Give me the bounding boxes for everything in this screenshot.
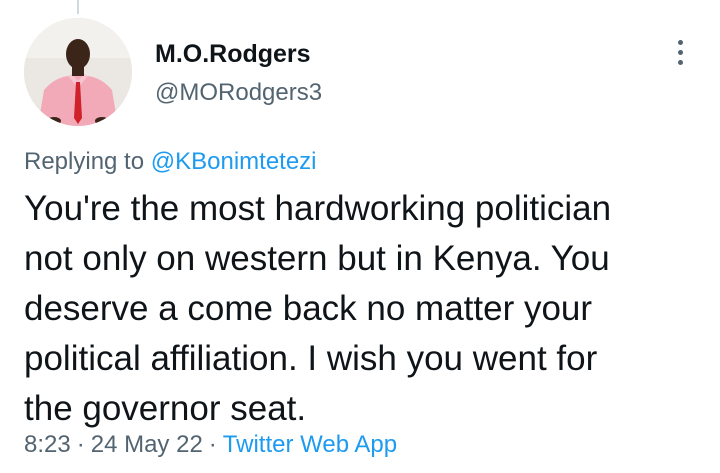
- mention-link[interactable]: @KBonimtetezi: [151, 148, 317, 175]
- tweet-date[interactable]: 24 May 22: [91, 431, 203, 458]
- avatar[interactable]: [24, 18, 132, 126]
- reply-context: Replying to @KBonimtetezi: [24, 148, 317, 176]
- profile-photo-icon: [24, 18, 132, 126]
- tweet-metadata: 8:23 · 24 May 22 · Twitter Web App: [24, 431, 397, 459]
- tweet-text-line: the governor seat.: [24, 389, 307, 428]
- tweet-text-line: not only on western but in Kenya. You: [24, 239, 610, 278]
- tweet-text-line: You're the most hardworking politician: [24, 189, 612, 228]
- tweet-text-line: deserve a come back no matter your: [24, 289, 593, 328]
- author-display-name[interactable]: M.O.Rodgers: [155, 40, 311, 69]
- more-options-button[interactable]: [668, 36, 692, 68]
- tweet-card: M.O.Rodgers @MORodgers3 Replying to @KBo…: [0, 0, 720, 473]
- tweet-source-link[interactable]: Twitter Web App: [223, 431, 397, 458]
- thread-connector-line: [77, 0, 79, 14]
- tweet-time[interactable]: 8:23: [24, 431, 71, 458]
- meta-separator: ·: [76, 431, 85, 458]
- tweet-text: You're the most hardworking politician n…: [24, 184, 696, 434]
- more-vertical-icon: [677, 39, 683, 45]
- replying-to-label: Replying to: [24, 148, 151, 175]
- tweet-text-line: political affiliation. I wish you went f…: [24, 339, 598, 378]
- author-handle[interactable]: @MORodgers3: [155, 79, 322, 107]
- meta-separator: ·: [208, 431, 217, 458]
